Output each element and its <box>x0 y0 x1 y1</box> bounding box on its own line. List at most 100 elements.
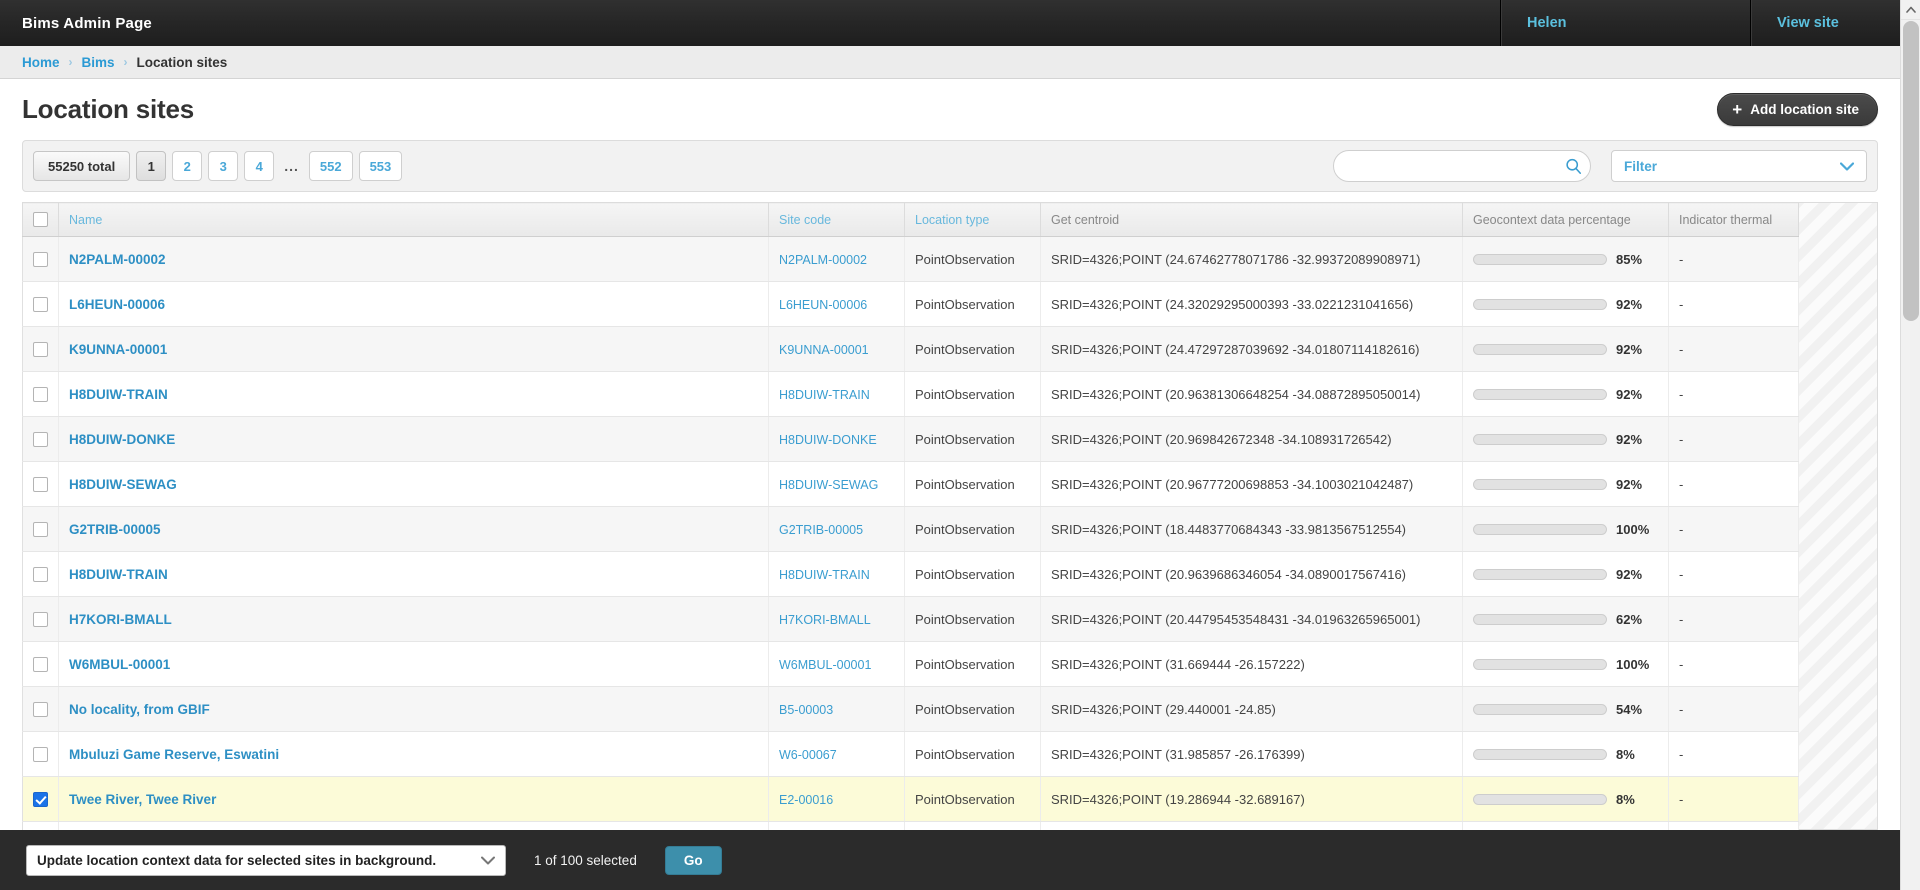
row-name-link[interactable]: W6MBUL-00001 <box>69 657 170 672</box>
select-all-checkbox[interactable] <box>33 212 48 228</box>
row-select-cell[interactable] <box>22 281 59 328</box>
row-checkbox[interactable] <box>33 657 48 673</box>
column-header-location-type[interactable]: Location type <box>904 202 1041 238</box>
row-select-cell[interactable] <box>22 506 59 553</box>
row-checkbox[interactable] <box>33 612 48 628</box>
table-row[interactable]: upper Twee RiverE2-00015PointObservation… <box>22 821 1799 830</box>
row-name-link[interactable]: H8DUIW-TRAIN <box>69 387 168 402</box>
row-select-cell[interactable] <box>22 776 59 823</box>
row-site-code-link[interactable]: E2-00016 <box>779 793 833 807</box>
table-row[interactable]: N2PALM-00002 N2PALM-00002 PointObservation… <box>22 236 1799 283</box>
row-name-link[interactable]: Twee River, Twee River <box>69 792 216 807</box>
page-button-1[interactable]: 1 <box>136 151 167 181</box>
row-select-cell[interactable] <box>22 731 59 778</box>
user-link[interactable]: Helen <box>1527 15 1567 31</box>
go-button[interactable]: Go <box>664 845 722 875</box>
row-site-code-link[interactable]: N2PALM-00002 <box>779 253 867 267</box>
row-site-code-link[interactable]: H8DUIW-SEWAG <box>779 478 878 492</box>
column-header-name[interactable]: Name <box>58 202 769 238</box>
row-name-link[interactable]: H8DUIW-TRAIN <box>69 567 168 582</box>
row-name-link[interactable]: Mbuluzi Game Reserve, Eswatini <box>69 747 279 762</box>
select-all-header[interactable] <box>22 202 59 238</box>
progress-bar <box>1473 793 1607 805</box>
view-site-menu[interactable]: View site <box>1750 0 1900 46</box>
row-select-cell[interactable] <box>22 686 59 733</box>
filter-dropdown[interactable]: Filter <box>1611 150 1867 182</box>
search-input[interactable] <box>1333 150 1591 182</box>
table-row[interactable]: H8DUIW-TRAIN H8DUIW-TRAIN PointObservation… <box>22 371 1799 418</box>
table-row[interactable]: No locality, from GBIF B5-00003 PointObser… <box>22 686 1799 733</box>
page-button-2[interactable]: 2 <box>172 151 203 181</box>
table-row[interactable]: H8DUIW-SEWAG H8DUIW-SEWAG PointObservation… <box>22 461 1799 508</box>
page-button-4[interactable]: 4 <box>244 151 275 181</box>
page-scrollbar[interactable] <box>1900 0 1920 890</box>
row-site-code-link[interactable]: B5-00003 <box>779 703 833 717</box>
page-button-3[interactable]: 3 <box>208 151 239 181</box>
row-select-cell[interactable] <box>22 236 59 283</box>
row-name-link[interactable]: No locality, from GBIF <box>69 702 210 717</box>
row-site-code-link[interactable]: L6HEUN-00006 <box>779 298 867 312</box>
row-site-code-link[interactable]: K9UNNA-00001 <box>779 343 869 357</box>
row-name-link[interactable]: G2TRIB-00005 <box>69 522 161 537</box>
row-checkbox[interactable] <box>33 702 48 718</box>
column-header-get-centroid: Get centroid <box>1040 202 1463 238</box>
cell-centroid: SRID=4326;POINT (24.47297287039692 -34.0… <box>1040 326 1463 373</box>
row-checkbox[interactable] <box>33 522 48 538</box>
scroll-up-arrow-icon[interactable] <box>1901 0 1920 20</box>
table-row[interactable]: H8DUIW-TRAIN H8DUIW-TRAIN PointObservation… <box>22 551 1799 598</box>
row-checkbox[interactable] <box>33 432 48 448</box>
cell-centroid: SRID=4326;POINT (31.669444 -26.157222) <box>1040 641 1463 688</box>
table-row[interactable]: G2TRIB-00005 G2TRIB-00005 PointObservation… <box>22 506 1799 553</box>
row-checkbox[interactable] <box>33 567 48 583</box>
table-row[interactable]: W6MBUL-00001 W6MBUL-00001 PointObservation… <box>22 641 1799 688</box>
row-name-link[interactable]: L6HEUN-00006 <box>69 297 165 312</box>
add-location-site-button[interactable]: + Add location site <box>1717 93 1878 126</box>
row-checkbox[interactable] <box>33 387 48 403</box>
cell-indicator-thermal: - <box>1668 821 1799 830</box>
row-name-link[interactable]: K9UNNA-00001 <box>69 342 167 357</box>
row-name-link[interactable]: N2PALM-00002 <box>69 252 166 267</box>
row-site-code-link[interactable]: H8DUIW-TRAIN <box>779 388 870 402</box>
row-name-link[interactable]: H8DUIW-SEWAG <box>69 477 177 492</box>
row-select-cell[interactable] <box>22 461 59 508</box>
row-select-cell[interactable] <box>22 821 59 830</box>
table-row[interactable]: Mbuluzi Game Reserve, Eswatini W6-00067 Po… <box>22 731 1799 778</box>
cell-location-type: PointObservation <box>904 596 1041 643</box>
row-select-cell[interactable] <box>22 326 59 373</box>
row-checkbox[interactable] <box>33 747 48 763</box>
cell-location-type: PointObservation <box>904 326 1041 373</box>
row-select-cell[interactable] <box>22 551 59 598</box>
table-row[interactable]: K9UNNA-00001 K9UNNA-00001 PointObservation… <box>22 326 1799 373</box>
bulk-action-select[interactable]: Update location context data for selecte… <box>26 844 506 876</box>
row-select-cell[interactable] <box>22 596 59 643</box>
row-checkbox[interactable] <box>33 252 48 268</box>
row-checkbox[interactable] <box>33 342 48 358</box>
table-row[interactable]: L6HEUN-00006 L6HEUN-00006 PointObservation… <box>22 281 1799 328</box>
row-site-code-link[interactable]: H7KORI-BMALL <box>779 613 871 627</box>
scrollbar-thumb[interactable] <box>1903 21 1919 321</box>
row-site-code-link[interactable]: H8DUIW-TRAIN <box>779 568 870 582</box>
row-site-code-link[interactable]: G2TRIB-00005 <box>779 523 863 537</box>
row-site-code-link[interactable]: W6-00067 <box>779 748 837 762</box>
row-select-cell[interactable] <box>22 416 59 463</box>
row-select-cell[interactable] <box>22 641 59 688</box>
row-checkbox[interactable] <box>33 477 48 493</box>
row-site-code-link[interactable]: H8DUIW-DONKE <box>779 433 877 447</box>
view-site-link[interactable]: View site <box>1777 15 1839 31</box>
breadcrumb-home[interactable]: Home <box>22 55 60 70</box>
user-menu[interactable]: Helen <box>1500 0 1750 46</box>
row-site-code-link[interactable]: W6MBUL-00001 <box>779 658 871 672</box>
row-name-link[interactable]: H7KORI-BMALL <box>69 612 172 627</box>
progress-percent-label: 100% <box>1616 656 1650 672</box>
row-checkbox[interactable] <box>33 792 48 808</box>
table-row[interactable]: H7KORI-BMALL H7KORI-BMALL PointObservation… <box>22 596 1799 643</box>
row-checkbox[interactable] <box>33 297 48 313</box>
table-row[interactable]: Twee River, Twee River E2-00016 PointObser… <box>22 776 1799 823</box>
table-row[interactable]: H8DUIW-DONKE H8DUIW-DONKE PointObservation… <box>22 416 1799 463</box>
column-header-site-code[interactable]: Site code <box>768 202 905 238</box>
page-button-552[interactable]: 552 <box>308 151 353 181</box>
breadcrumb-bims[interactable]: Bims <box>82 55 115 70</box>
row-select-cell[interactable] <box>22 371 59 418</box>
row-name-link[interactable]: H8DUIW-DONKE <box>69 432 175 447</box>
page-button-553[interactable]: 553 <box>358 151 403 181</box>
